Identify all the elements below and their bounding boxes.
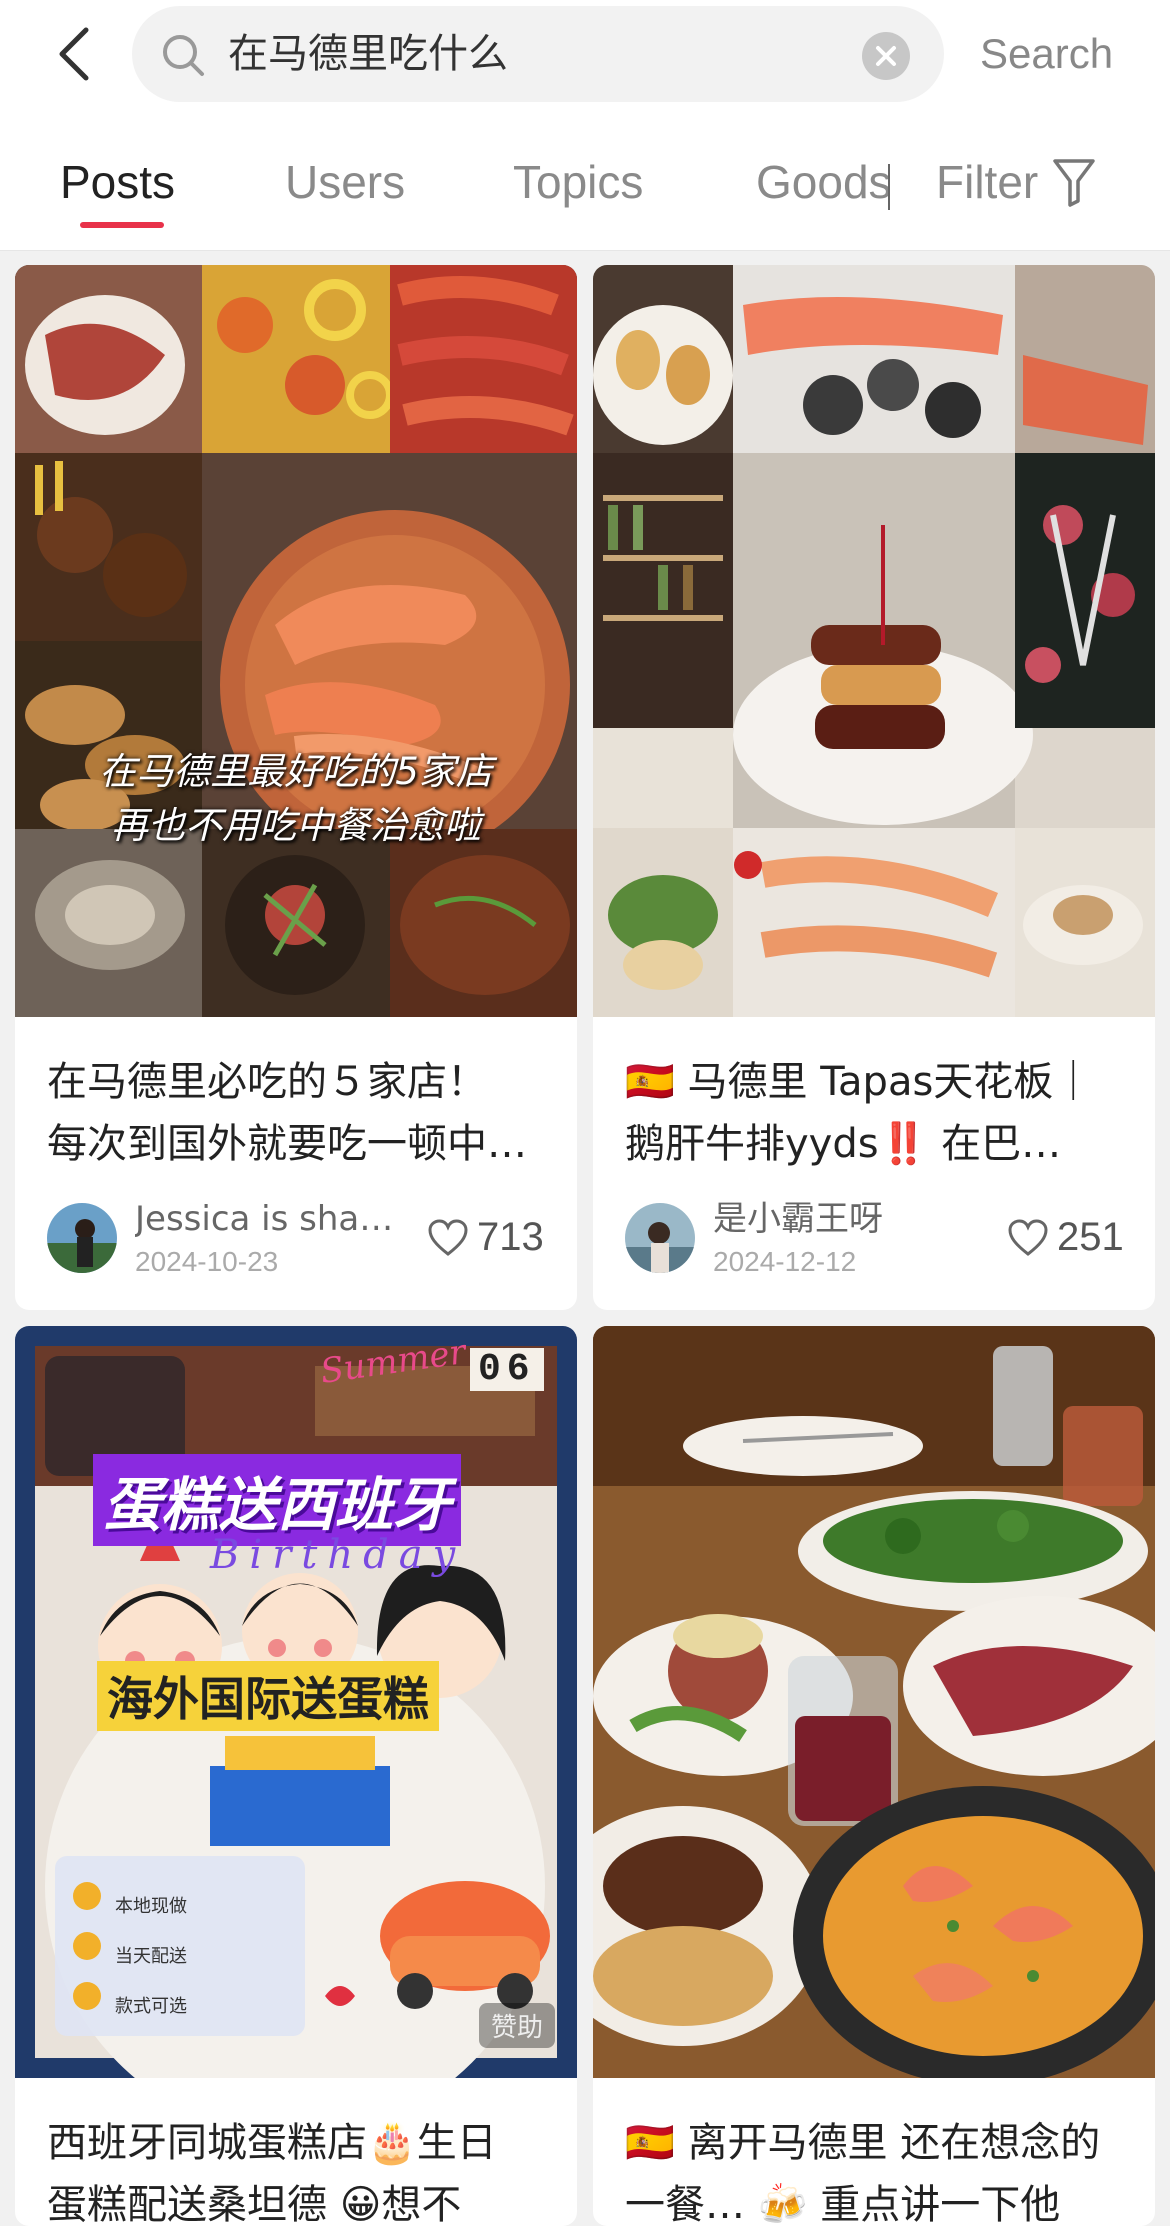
post-cover-image: [593, 265, 1155, 1017]
post-title: 🇪🇸 离开马德里 还在想念的 一餐… 🍻 重点讲一下他: [625, 2112, 1127, 2226]
cover-caption-line1: 在马德里最好吃的5家店: [99, 750, 493, 793]
post-title-line1: 🇪🇸 离开马德里 还在想念的: [625, 2120, 1101, 2166]
tab-topics[interactable]: Topics: [513, 152, 643, 212]
like-button[interactable]: 713: [427, 1215, 544, 1260]
cover-script: Birthday: [210, 1532, 466, 1578]
search-query-text: 在马德里吃什么: [228, 31, 508, 77]
heart-icon: [428, 1218, 468, 1256]
post-author[interactable]: 是小霸王呀: [713, 1199, 883, 1239]
post-title: 西班牙同城蛋糕店🎂生日 蛋糕配送桑坦德 😀想不: [47, 2112, 549, 2226]
post-title-line1: 西班牙同城蛋糕店🎂生日: [47, 2120, 497, 2166]
post-card[interactable]: 🇪🇸 离开马德里 还在想念的 一餐… 🍻 重点讲一下他: [593, 1326, 1155, 2226]
like-count: 251: [1057, 1215, 1124, 1259]
avatar[interactable]: [47, 1203, 117, 1273]
post-date: 2024-10-23: [135, 1246, 279, 1277]
search-header: 在马德里吃什么 Search: [0, 0, 1170, 108]
post-author[interactable]: Jessica is sha…: [135, 1199, 415, 1239]
user-avatar-image: [625, 1203, 695, 1273]
funnel-icon: [1053, 159, 1095, 207]
chevron-left-icon: [59, 27, 89, 81]
cover-feature-item: 款式可选: [115, 1996, 187, 2017]
sponsored-badge: 赞助: [478, 2003, 555, 2048]
cover-feature-item: 本地现做: [115, 1896, 187, 1917]
post-cover-image: Summer 06 蛋糕送西班牙 Birthday 海外国际送蛋糕 本地现做 当…: [15, 1326, 577, 2078]
post-title-line1: 在马德里必吃的５家店！: [47, 1059, 487, 1105]
search-icon: [163, 35, 204, 76]
post-date: 2024-12-12: [713, 1246, 857, 1277]
filter-button[interactable]: Filter: [936, 152, 1096, 212]
cover-feature-item: 当天配送: [115, 1946, 187, 1967]
post-card[interactable]: 🇪🇸 马德里 Tapas天花板｜ 鹅肝牛排yyds‼️ 在巴… 是小霸王呀 20…: [593, 265, 1155, 1310]
like-button[interactable]: 251: [1007, 1215, 1124, 1260]
close-icon: [876, 46, 896, 66]
cover-number: 06: [470, 1348, 544, 1391]
post-title-line1: 🇪🇸 马德里 Tapas天花板｜: [625, 1059, 1094, 1105]
filter-divider: [888, 164, 890, 210]
post-title-line2: 每次到国外就要吃一顿中…: [47, 1121, 527, 1167]
post-card[interactable]: 在马德里最好吃的5家店 再也不用吃中餐治愈啦 在马德里必吃的５家店！ 每次到国外…: [15, 265, 577, 1310]
post-cover-image: [593, 1326, 1155, 2078]
back-button[interactable]: [48, 22, 98, 86]
tab-posts[interactable]: Posts: [60, 152, 175, 212]
food-collage-image: [593, 265, 1155, 1017]
tab-users[interactable]: Users: [285, 152, 405, 212]
clear-search-button[interactable]: [862, 32, 910, 80]
post-title-line2: 蛋糕配送桑坦德 😀想不: [47, 2182, 462, 2226]
filter-label: Filter: [936, 156, 1039, 208]
post-title: 🇪🇸 马德里 Tapas天花板｜ 鹅肝牛排yyds‼️ 在巴…: [625, 1051, 1127, 1175]
avatar[interactable]: [625, 1203, 695, 1273]
tab-goods[interactable]: Goods: [756, 152, 892, 212]
cover-caption-line2: 再也不用吃中餐治愈啦: [111, 804, 481, 847]
post-title-line2: 一餐… 🍻 重点讲一下他: [625, 2182, 1061, 2226]
post-title-line2: 鹅肝牛排yyds‼️ 在巴…: [625, 1121, 1062, 1167]
cover-feature-list: 本地现做 当天配送 款式可选: [115, 1882, 187, 2032]
search-button[interactable]: Search: [980, 24, 1113, 84]
food-collage-image: [15, 265, 577, 1017]
post-title: 在马德里必吃的５家店！ 每次到国外就要吃一顿中…: [47, 1051, 549, 1175]
post-cover-image: 在马德里最好吃的5家店 再也不用吃中餐治愈啦: [15, 265, 577, 1017]
tapas-table-image: [593, 1326, 1155, 2078]
like-count: 713: [477, 1215, 544, 1259]
search-input[interactable]: 在马德里吃什么: [132, 6, 944, 102]
heart-icon: [1008, 1218, 1048, 1256]
post-card[interactable]: Summer 06 蛋糕送西班牙 Birthday 海外国际送蛋糕 本地现做 当…: [15, 1326, 577, 2226]
cover-subheadline: 海外国际送蛋糕: [97, 1661, 439, 1731]
result-tabs: Posts Users Topics Goods Filter: [0, 108, 1170, 251]
user-avatar-image: [47, 1203, 117, 1273]
active-tab-indicator: [80, 222, 164, 228]
